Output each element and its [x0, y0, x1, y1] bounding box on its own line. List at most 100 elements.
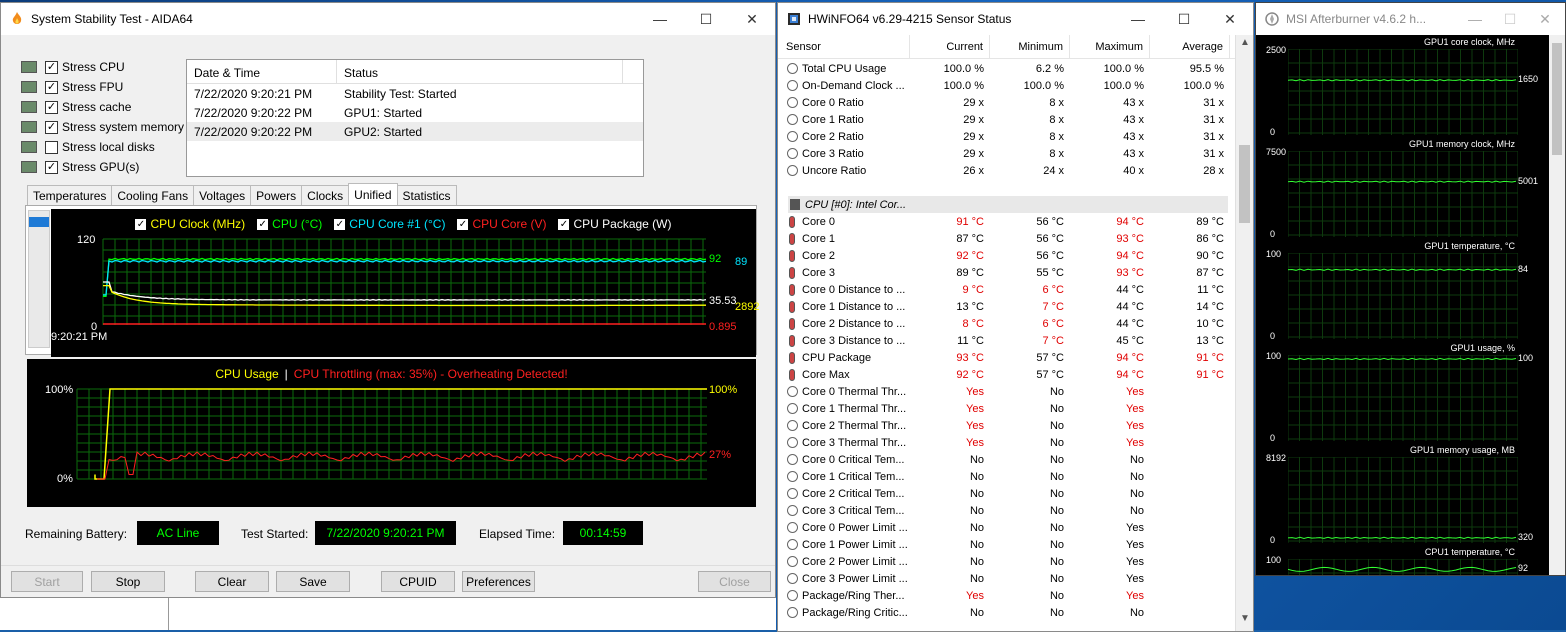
clear-button[interactable]: Clear: [195, 571, 269, 592]
thermometer-icon: [789, 351, 795, 364]
sensor-row[interactable]: Core 0 Power Limit ... No No Yes: [778, 519, 1236, 536]
sensor-group-header[interactable]: CPU [#0]: Intel Cor...: [788, 196, 1228, 213]
stress-option[interactable]: ✓ Stress FPU: [21, 77, 184, 97]
sensor-max: No: [1129, 470, 1144, 483]
tab-temperatures[interactable]: Temperatures: [27, 185, 113, 205]
sensor-row[interactable]: Core Max 92 °C 57 °C 94 °C 91 °C: [778, 366, 1236, 383]
hwinfo-close-button[interactable]: ✕: [1207, 3, 1253, 35]
stress-option[interactable]: ✓ Stress GPU(s): [21, 157, 184, 177]
maximize-button[interactable]: ☐: [683, 3, 729, 35]
tab-clocks[interactable]: Clocks: [301, 185, 350, 205]
sensor-row[interactable]: Core 0 Distance to ... 9 °C 6 °C 44 °C 11 °C: [778, 281, 1236, 298]
msi-titlebar[interactable]: MSI Afterburner v4.6.2 h... — ☐ ✕: [1256, 3, 1565, 35]
sensor-row[interactable]: Core 2 Thermal Thr... Yes No Yes: [778, 417, 1236, 434]
sensor-row[interactable]: Core 1 Distance to ... 13 °C 7 °C 44 °C 14 °…: [778, 298, 1236, 315]
header-average[interactable]: Average: [1150, 34, 1230, 59]
close-button-bottom[interactable]: Close: [698, 571, 771, 592]
sensor-row[interactable]: Core 2 Critical Tem... No No No: [778, 485, 1236, 502]
sensor-max: Yes: [1126, 436, 1144, 449]
stress-option-label: Stress system memory: [62, 120, 185, 134]
sensor-row[interactable]: Core 3 89 °C 55 °C 93 °C 87 °C: [778, 264, 1236, 281]
sensor-name-cell: Core 2: [778, 249, 910, 262]
header-current[interactable]: Current: [910, 34, 990, 59]
stress-option[interactable]: Stress local disks: [21, 137, 184, 157]
sensor-row[interactable]: Core 0 91 °C 56 °C 94 °C 89 °C: [778, 213, 1236, 230]
cpuid-button[interactable]: CPUID: [381, 571, 455, 592]
stress-option[interactable]: ✓ Stress cache: [21, 97, 184, 117]
header-sensor[interactable]: Sensor: [778, 34, 910, 59]
sensor-icon: [787, 607, 798, 618]
stress-checkbox[interactable]: [45, 140, 58, 154]
stress-checkbox[interactable]: ✓: [45, 100, 58, 114]
sensor-row[interactable]: Core 0 Ratio 29 x 8 x 43 x 31 x: [778, 94, 1236, 111]
sensor-row[interactable]: Core 1 Critical Tem... No No No: [778, 468, 1236, 485]
sensor-row[interactable]: Package/Ring Critic... No No No: [778, 604, 1236, 621]
thermometer-icon: [789, 300, 795, 313]
sensor-max: 43 x: [1123, 147, 1144, 160]
tab-powers[interactable]: Powers: [250, 185, 303, 205]
start-button[interactable]: Start: [11, 571, 83, 592]
scroll-down-icon[interactable]: ▼: [1236, 613, 1253, 629]
stress-checkbox[interactable]: ✓: [45, 60, 58, 74]
column-header-date[interactable]: Date & Time: [187, 60, 337, 83]
package-power-value: 35.53: [709, 295, 737, 307]
msi-maximize-button[interactable]: ☐: [1495, 3, 1525, 35]
msi-minimize-button[interactable]: —: [1455, 3, 1495, 35]
sensor-row[interactable]: Core 3 Distance to ... 11 °C 7 °C 45 °C 13 °…: [778, 332, 1236, 349]
hwinfo-title: HWiNFO64 v6.29-4215 Sensor Status: [808, 12, 1012, 26]
graph-scroll-slider[interactable]: [28, 210, 50, 348]
sensor-row[interactable]: Uncore Ratio 26 x 24 x 40 x 28 x: [778, 162, 1236, 179]
sensor-row[interactable]: Core 2 92 °C 56 °C 94 °C 90 °C: [778, 247, 1236, 264]
sensor-max: 94 °C: [1116, 215, 1144, 228]
sensor-row[interactable]: Core 1 Power Limit ... No No Yes: [778, 536, 1236, 553]
sensor-row[interactable]: Core 0 Critical Tem... No No No: [778, 451, 1236, 468]
hwinfo-maximize-button[interactable]: ☐: [1161, 3, 1207, 35]
sensor-name-cell: Core 0: [778, 215, 910, 228]
sensor-row[interactable]: Total CPU Usage 100.0 % 6.2 % 100.0 % 95.5 %: [778, 60, 1236, 77]
sensor-scrollbar[interactable]: ▲ ▼: [1235, 35, 1253, 631]
sensor-row[interactable]: Core 3 Thermal Thr... Yes No Yes: [778, 434, 1236, 451]
stress-option[interactable]: ✓ Stress system memory: [21, 117, 184, 137]
tab-unified[interactable]: Unified: [348, 183, 398, 205]
stress-checkbox[interactable]: ✓: [45, 120, 58, 134]
stop-button[interactable]: Stop: [91, 571, 165, 592]
tab-statistics[interactable]: Statistics: [396, 185, 457, 205]
sensor-row[interactable]: Core 3 Ratio 29 x 8 x 43 x 31 x: [778, 145, 1236, 162]
stress-checkbox[interactable]: ✓: [45, 80, 58, 94]
sensor-row[interactable]: Core 1 87 °C 56 °C 93 °C 86 °C: [778, 230, 1236, 247]
sensor-row[interactable]: CPU Package 93 °C 57 °C 94 °C 91 °C: [778, 349, 1236, 366]
scroll-up-icon[interactable]: ▲: [1236, 37, 1253, 53]
sensor-row[interactable]: Core 3 Critical Tem... No No No: [778, 502, 1236, 519]
sensor-row[interactable]: Core 2 Distance to ... 8 °C 6 °C 44 °C 10 °C: [778, 315, 1236, 332]
hwinfo-window: HWiNFO64 v6.29-4215 Sensor Status — ☐ ✕ …: [777, 2, 1254, 632]
preferences-button[interactable]: Preferences: [462, 571, 535, 592]
msi-graph-plot: [1288, 253, 1518, 339]
sensor-row[interactable]: On-Demand Clock ... 100.0 % 100.0 % 100.0 %…: [778, 77, 1236, 94]
tab-cooling-fans[interactable]: Cooling Fans: [111, 185, 195, 205]
close-button[interactable]: ✕: [729, 3, 775, 35]
save-button[interactable]: Save: [276, 571, 350, 592]
sensor-row[interactable]: Core 3 Power Limit ... No No Yes: [778, 570, 1236, 587]
sensor-row[interactable]: Core 0 Thermal Thr... Yes No Yes: [778, 383, 1236, 400]
column-header-status[interactable]: Status: [337, 60, 623, 83]
sensor-icon: [787, 488, 798, 499]
sensor-row[interactable]: Core 2 Power Limit ... No No Yes: [778, 553, 1236, 570]
header-minimum[interactable]: Minimum: [990, 34, 1070, 59]
aida64-titlebar[interactable]: System Stability Test - AIDA64 — ☐ ✕: [1, 3, 775, 35]
hwinfo-minimize-button[interactable]: —: [1115, 3, 1161, 35]
minimize-button[interactable]: —: [637, 3, 683, 35]
stress-checkbox[interactable]: ✓: [45, 160, 58, 174]
sensor-icon: [787, 437, 798, 448]
battery-value: AC Line: [137, 521, 219, 545]
sensor-row[interactable]: Core 1 Ratio 29 x 8 x 43 x 31 x: [778, 111, 1236, 128]
tab-voltages[interactable]: Voltages: [193, 185, 252, 205]
header-maximum[interactable]: Maximum: [1070, 34, 1150, 59]
sensor-row[interactable]: Core 1 Thermal Thr... Yes No Yes: [778, 400, 1236, 417]
msi-scrollbar[interactable]: [1549, 35, 1565, 575]
sensor-row[interactable]: Package/Ring Ther... Yes No Yes: [778, 587, 1236, 604]
hwinfo-titlebar[interactable]: HWiNFO64 v6.29-4215 Sensor Status — ☐ ✕: [778, 3, 1253, 35]
msi-graph-min: 0: [1270, 535, 1276, 545]
sensor-row[interactable]: Core 2 Ratio 29 x 8 x 43 x 31 x: [778, 128, 1236, 145]
msi-close-button[interactable]: ✕: [1525, 3, 1565, 35]
stress-option[interactable]: ✓ Stress CPU: [21, 57, 184, 77]
